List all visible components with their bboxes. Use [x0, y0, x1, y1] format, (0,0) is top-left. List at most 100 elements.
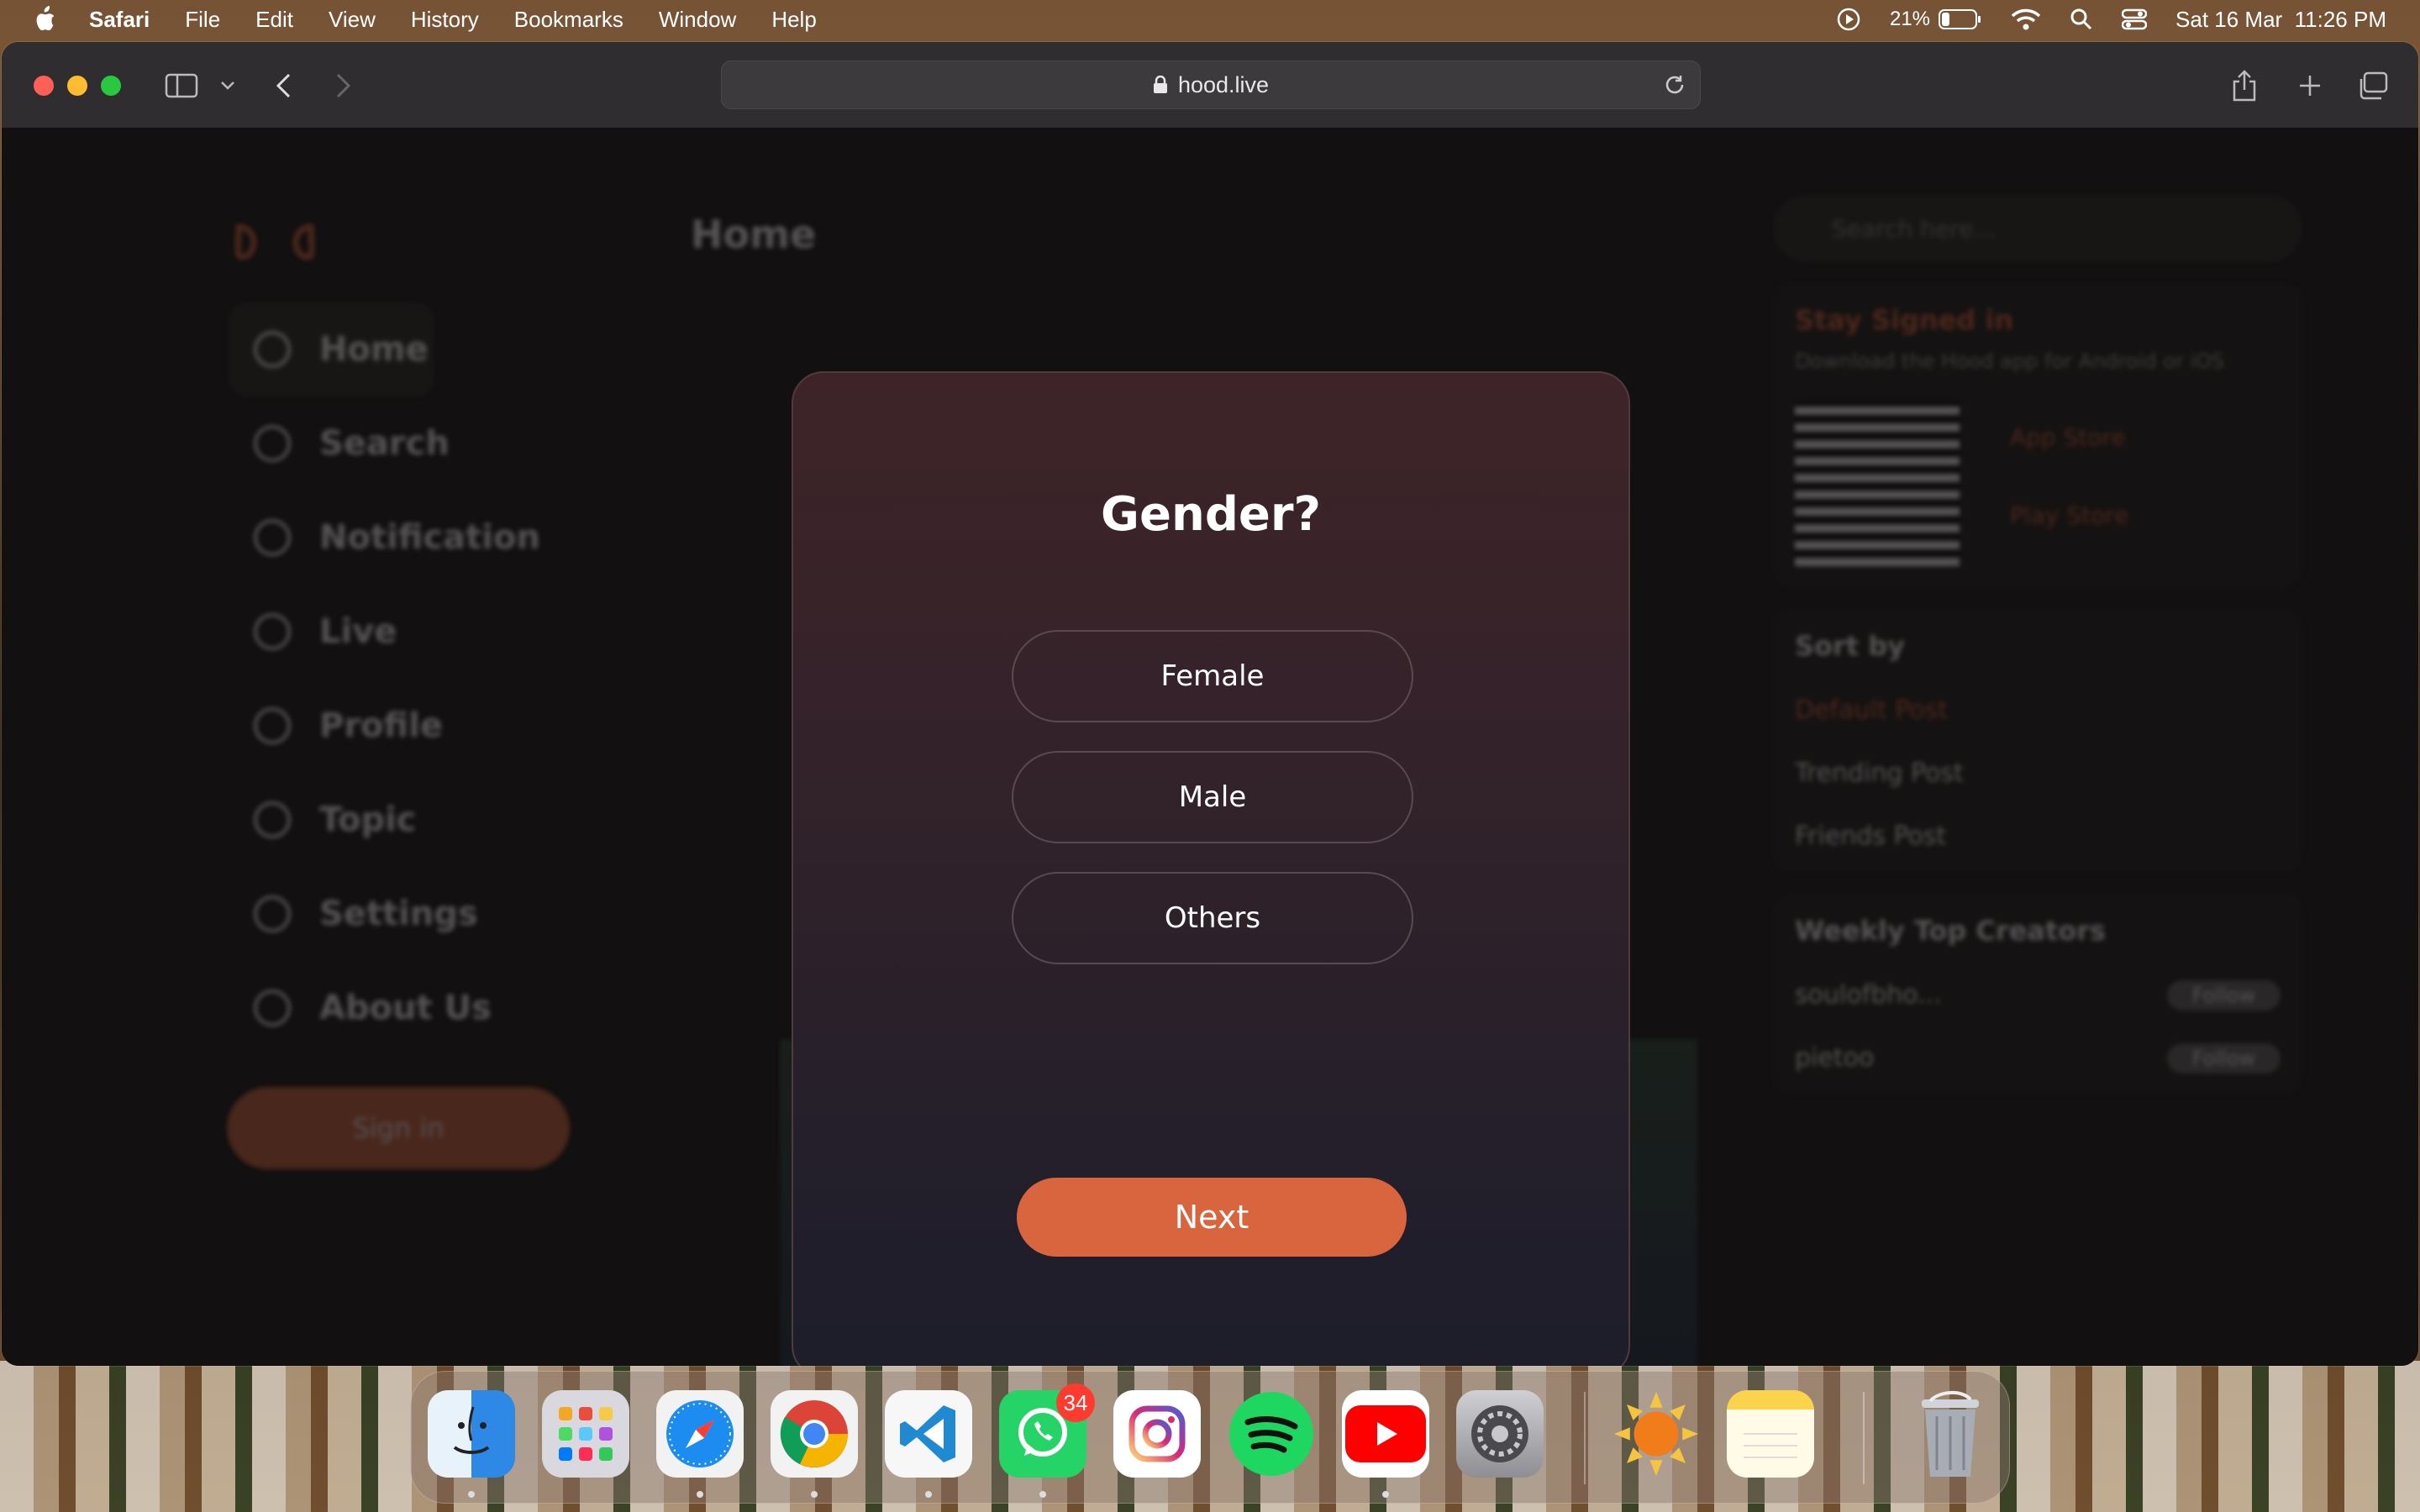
menu-bookmarks[interactable]: Bookmarks: [514, 7, 623, 33]
sort-option-default[interactable]: Default Post: [1795, 696, 2281, 725]
sidebar-toggle-icon[interactable]: [165, 67, 198, 104]
notes-icon[interactable]: [1727, 1390, 1814, 1478]
finder-running-indicator: [468, 1491, 475, 1498]
url-text: hood.live: [1177, 71, 1270, 97]
finder-icon[interactable]: [428, 1390, 515, 1478]
sign-in-button[interactable]: Sign in: [227, 1087, 570, 1169]
creator-name[interactable]: pietoo: [1795, 1043, 1874, 1073]
menu-view[interactable]: View: [329, 7, 376, 33]
next-button[interactable]: Next: [1017, 1178, 1407, 1257]
menu-edit[interactable]: Edit: [255, 7, 293, 33]
gender-option-female[interactable]: Female: [1012, 630, 1413, 722]
sidebar-item-label: Profile: [319, 706, 444, 745]
sidebar-item-settings[interactable]: Settings: [229, 867, 540, 961]
app-store-link[interactable]: App Store: [2010, 423, 2128, 451]
follow-button[interactable]: Follow: [2166, 1043, 2281, 1074]
system-settings-icon[interactable]: [1456, 1390, 1544, 1478]
sidebar-item-live[interactable]: Live: [229, 585, 540, 679]
menu-bar-status: 21% Sat 16 Mar 11:26 PM: [1836, 0, 2386, 39]
weekly-top-heading: Weekly Top Creators: [1795, 915, 2107, 947]
sort-option-friends[interactable]: Friends Post: [1795, 822, 2281, 851]
safari-running-indicator: [697, 1491, 703, 1498]
spotlight-search-icon[interactable]: [2070, 8, 2093, 31]
whatsapp-running-indicator: [1039, 1491, 1046, 1498]
menu-window[interactable]: Window: [659, 7, 736, 33]
creator-name[interactable]: soulofbho...: [1795, 980, 1942, 1010]
share-icon[interactable]: [2232, 67, 2257, 104]
follow-button[interactable]: Follow: [2166, 980, 2281, 1011]
play-icon[interactable]: [1836, 7, 1861, 32]
weekly-top-creators-card: Weekly Top Creators soulofbho... Follow …: [1773, 893, 2302, 1095]
safari-window: hood.live Home Home Search Notification …: [2, 42, 2418, 1366]
gender-option-male[interactable]: Male: [1012, 751, 1413, 843]
chrome-icon[interactable]: [771, 1390, 858, 1478]
search-icon: [254, 425, 291, 462]
creator-row: pietoo Follow: [1795, 1043, 2281, 1074]
tab-overview-icon[interactable]: [2358, 67, 2388, 104]
modal-title: Gender?: [1101, 487, 1321, 542]
sidebar-item-topic[interactable]: Topic: [229, 773, 540, 867]
wifi-icon[interactable]: [2011, 8, 2041, 31]
web-page: Home Home Search Notification Live Profi…: [2, 128, 2418, 1366]
qr-code: [1795, 402, 1960, 566]
dock-separator: [1863, 1392, 1865, 1484]
menu-help[interactable]: Help: [771, 7, 816, 33]
sidebar-item-about-us[interactable]: About Us: [229, 961, 540, 1055]
apple-menu-icon[interactable]: [32, 6, 57, 33]
sidebar-item-label: Topic: [319, 801, 417, 839]
launchpad-icon[interactable]: [542, 1390, 629, 1478]
new-tab-plus-icon[interactable]: [2297, 67, 2323, 104]
sidebar-nav: Home Search Notification Live Profile To…: [229, 302, 540, 1055]
sidebar-item-label: Search: [319, 424, 450, 463]
sidebar-item-search[interactable]: Search: [229, 396, 540, 491]
sidebar-item-home[interactable]: Home: [229, 302, 434, 396]
menu-app-name[interactable]: Safari: [89, 7, 150, 33]
chevron-down-icon[interactable]: [220, 67, 235, 104]
sort-by-card: Sort by Default Post Trending Post Frien…: [1773, 608, 2302, 873]
gender-option-others[interactable]: Others: [1012, 872, 1413, 964]
creator-row: soulofbho... Follow: [1795, 980, 2281, 1011]
trash-icon[interactable]: [1907, 1390, 1994, 1478]
topic-icon: [254, 801, 291, 838]
reload-icon[interactable]: [1663, 73, 1686, 97]
minimize-window-button[interactable]: [67, 76, 87, 96]
whatsapp-icon[interactable]: 34: [999, 1383, 1095, 1478]
sidebar-item-label: Notification: [319, 518, 540, 557]
gear-icon: [254, 895, 291, 932]
stay-signed-in-card: Stay Signed in Download the Hood app for…: [1773, 282, 2302, 588]
control-center-icon[interactable]: [2122, 8, 2148, 31]
search-input[interactable]: Search here...: [1773, 195, 2302, 262]
sidebar-item-label: Live: [319, 612, 397, 651]
spotify-icon[interactable]: [1228, 1390, 1315, 1478]
battery-icon[interactable]: [1939, 8, 1982, 30]
instagram-icon[interactable]: [1113, 1390, 1201, 1478]
menu-datetime[interactable]: Sat 16 Mar 11:26 PM: [2175, 7, 2386, 33]
back-arrow-icon[interactable]: [274, 67, 292, 104]
safari-icon[interactable]: [656, 1390, 744, 1478]
vscode-icon[interactable]: [885, 1390, 972, 1478]
sidebar-item-label: Home: [319, 330, 429, 369]
fullscreen-window-button[interactable]: [101, 76, 121, 96]
sort-option-trending[interactable]: Trending Post: [1795, 759, 2281, 788]
mask-icon: [254, 990, 291, 1026]
menu-file[interactable]: File: [185, 7, 220, 33]
home-icon: [254, 331, 291, 368]
user-icon: [254, 707, 291, 744]
address-bar[interactable]: hood.live: [721, 60, 1701, 109]
youtube-icon[interactable]: [1342, 1390, 1429, 1478]
close-window-button[interactable]: [34, 76, 54, 96]
sidebar-item-profile[interactable]: Profile: [229, 679, 540, 773]
gender-modal: Gender? Female Male Others Next: [792, 371, 1630, 1366]
sort-by-heading: Sort by: [1795, 630, 1906, 662]
lock-icon: [1153, 76, 1167, 93]
vscode-running-indicator: [925, 1491, 932, 1498]
youtube-running-indicator: [1382, 1491, 1389, 1498]
forward-arrow-icon[interactable]: [334, 67, 353, 104]
play-store-link[interactable]: Play Store: [2010, 501, 2128, 529]
sidebar-item-label: About Us: [319, 989, 492, 1027]
weather-icon[interactable]: [1612, 1390, 1700, 1478]
battery-percent: 21%: [1889, 8, 1931, 30]
sidebar-item-notification[interactable]: Notification: [229, 491, 540, 585]
browser-toolbar: hood.live: [2, 42, 2418, 129]
menu-history[interactable]: History: [411, 7, 479, 33]
